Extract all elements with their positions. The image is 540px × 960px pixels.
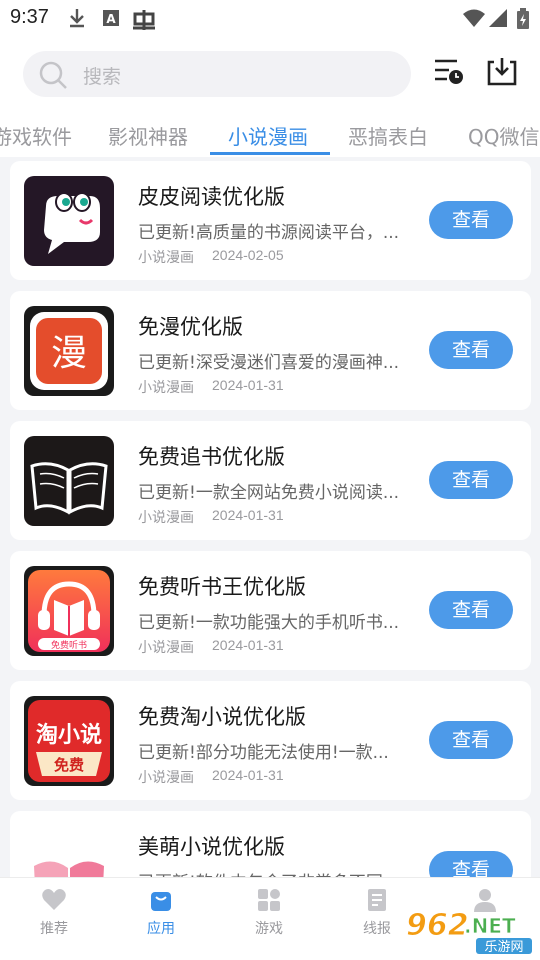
app-title: 美萌小说优化版	[138, 835, 285, 859]
status-time: 9:37	[10, 6, 49, 28]
nav-news[interactable]: 线报	[347, 888, 407, 938]
app-card[interactable]: 淘小说 免费 免费淘小说优化版 已更新!部分功能无法使用!一款... 小说漫画 …	[10, 681, 531, 800]
svg-text:A: A	[106, 12, 116, 26]
tab-qq-wechat[interactable]: QQ微信	[468, 121, 539, 150]
app-description: 已更新!软件中包含了非常多不同	[138, 868, 413, 877]
document-icon	[368, 889, 386, 911]
app-category: 小说漫画	[138, 640, 194, 656]
view-button[interactable]: 查看	[429, 331, 513, 369]
app-title: 免漫优化版	[138, 315, 243, 339]
download-icon	[70, 9, 84, 28]
app-category: 小说漫画	[138, 380, 194, 396]
app-title: 免费听书王优化版	[138, 575, 306, 599]
mianman-icon-text: 漫	[51, 333, 87, 374]
view-button[interactable]: 查看	[429, 851, 513, 877]
heart-icon	[42, 889, 66, 910]
app-description: 已更新!一款功能强大的手机听书...	[138, 613, 400, 633]
app-category: 小说漫画	[138, 770, 194, 786]
nav-games[interactable]: 游戏	[239, 888, 299, 938]
wifi-icon	[463, 9, 485, 27]
nav-label: 游戏	[255, 921, 283, 937]
app-date: 2024-01-31	[212, 637, 284, 653]
view-button[interactable]: 查看	[429, 591, 513, 629]
tab-games[interactable]: 游戏软件	[0, 121, 72, 150]
battery-charging-icon	[517, 8, 529, 29]
app-date: 2024-02-05	[212, 247, 284, 263]
app-card[interactable]: 漫 免漫优化版 已更新!深受漫迷们喜爱的漫画神... 小说漫画 2024-01-…	[10, 291, 531, 410]
taoxiaoshuo-icon-subtext: 免费	[54, 756, 84, 774]
nav-apps[interactable]: 应用	[131, 888, 191, 938]
tab-novel-comic[interactable]: 小说漫画	[228, 121, 308, 150]
app-card[interactable]: 皮皮阅读优化版 已更新!高质量的书源阅读平台，... 小说漫画 2024-02-…	[10, 161, 531, 280]
app-category: 小说漫画	[138, 250, 194, 266]
site-watermark: 962 .NET 乐游网	[406, 908, 532, 955]
category-tabs: 游戏软件 影视神器 小说漫画 恶搞表白 QQ微信	[0, 110, 540, 157]
signal-icon	[489, 9, 507, 27]
view-button[interactable]: 查看	[429, 721, 513, 759]
app-description: 已更新!深受漫迷们喜爱的漫画神...	[138, 353, 400, 373]
status-bar: 9:37 A	[0, 0, 540, 38]
watermark-suffix: .NET	[464, 914, 516, 938]
grid-icon	[258, 889, 280, 911]
app-description: 已更新!一款全网站免费小说阅读...	[138, 483, 400, 503]
open-book-icon	[24, 436, 114, 526]
nav-label: 推荐	[40, 921, 68, 937]
app-date: 2024-01-31	[212, 377, 284, 393]
nav-recommend[interactable]: 推荐	[24, 888, 84, 938]
watermark-subtext: 乐游网	[484, 940, 523, 955]
bug-icon	[133, 10, 155, 30]
watermark-number: 962	[406, 908, 469, 943]
history-list-icon[interactable]	[433, 56, 465, 88]
app-date: 2024-01-31	[212, 507, 284, 523]
nav-label: 线报	[363, 921, 391, 937]
view-button[interactable]: 查看	[429, 461, 513, 499]
taoxiaoshuo-icon: 淘小说 免费	[24, 696, 114, 786]
download-tray-icon[interactable]	[486, 56, 518, 88]
a-box-icon: A	[103, 10, 119, 26]
tab-video[interactable]: 影视神器	[108, 121, 188, 150]
nav-label: 应用	[147, 921, 175, 937]
tab-prank[interactable]: 恶搞表白	[348, 121, 428, 150]
app-title: 皮皮阅读优化版	[138, 185, 285, 209]
search-input[interactable]: 搜索	[23, 51, 411, 97]
audiobook-icon: 免费听书	[24, 566, 114, 656]
app-card[interactable]: 免费追书优化版 已更新!一款全网站免费小说阅读... 小说漫画 2024-01-…	[10, 421, 531, 540]
pink-book-icon	[24, 826, 114, 877]
view-button[interactable]: 查看	[429, 201, 513, 239]
app-category: 小说漫画	[138, 510, 194, 526]
search-icon	[39, 61, 67, 89]
app-list: 皮皮阅读优化版 已更新!高质量的书源阅读平台，... 小说漫画 2024-02-…	[0, 157, 540, 877]
taoxiaoshuo-icon-text: 淘小说	[36, 722, 102, 748]
app-title: 免费淘小说优化版	[138, 705, 306, 729]
app-date: 2024-01-31	[212, 767, 284, 783]
pipi-reader-icon	[24, 176, 114, 266]
app-title: 免费追书优化版	[138, 445, 285, 469]
bag-icon	[151, 892, 171, 911]
app-description: 已更新!高质量的书源阅读平台，...	[138, 223, 400, 243]
app-card[interactable]: 免费听书 免费听书王优化版 已更新!一款功能强大的手机听书... 小说漫画 20…	[10, 551, 531, 670]
app-card[interactable]: 美萌小说优化版 已更新!软件中包含了非常多不同 查看	[10, 811, 531, 877]
search-placeholder: 搜索	[83, 66, 122, 88]
search-row: 搜索	[0, 38, 540, 108]
app-description: 已更新!部分功能无法使用!一款...	[138, 743, 389, 763]
mianman-icon: 漫	[24, 306, 114, 396]
active-tab-indicator	[210, 152, 330, 155]
audiobook-icon-text: 免费听书	[51, 639, 87, 651]
